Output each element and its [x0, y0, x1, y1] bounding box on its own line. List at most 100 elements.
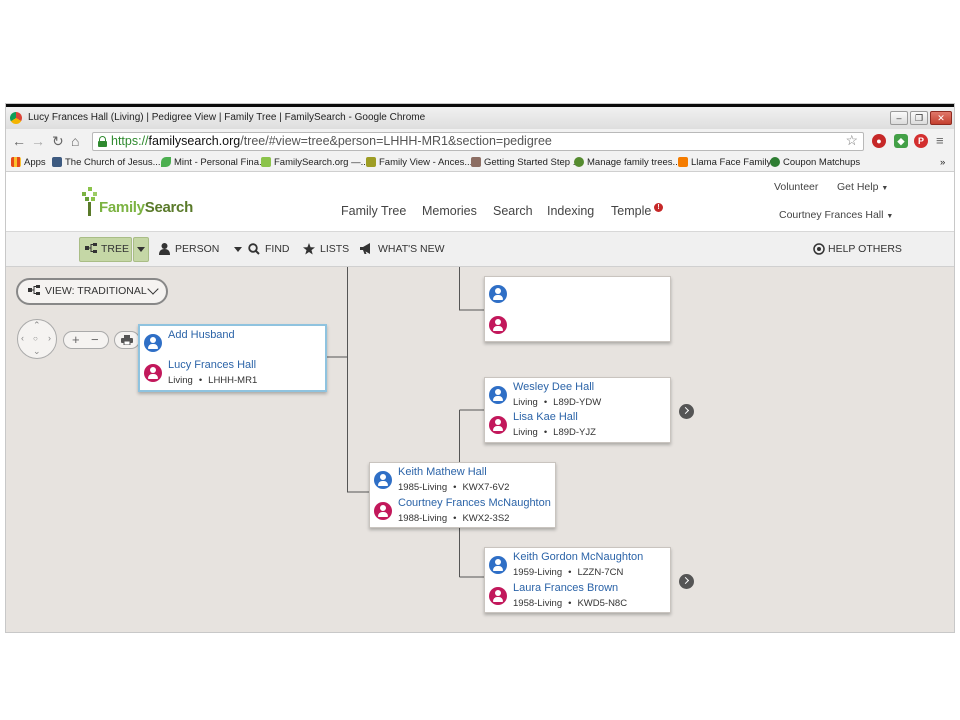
- title-bar: Lucy Frances Hall (Living) | Pedigree Vi…: [6, 107, 954, 129]
- tree-button[interactable]: TREE: [79, 237, 132, 262]
- maternal-grandparents-card[interactable]: Keith Gordon McNaughton 1959-Living • LZZN…: [484, 547, 671, 613]
- close-button[interactable]: ✕: [930, 111, 952, 125]
- bookmark-apps[interactable]: Apps: [11, 157, 46, 169]
- find-button[interactable]: FIND: [248, 241, 290, 257]
- bookmarks-overflow-icon[interactable]: »: [940, 157, 945, 169]
- get-help-caret-icon: ▼: [881, 185, 889, 192]
- person-name[interactable]: Add Husband: [168, 329, 235, 341]
- back-arrow-icon[interactable]: ←: [12, 133, 26, 149]
- person-keith-mathew-hall[interactable]: Keith Mathew Hall 1985-Living • KWX7-6V2: [370, 464, 555, 496]
- person-lucy-frances-hall[interactable]: Lucy Frances Hall Living • LHHH-MR1: [140, 357, 325, 389]
- bookmark-familysearch[interactable]: FamilySearch.org —...: [261, 157, 369, 169]
- person-add-father[interactable]: [485, 278, 670, 310]
- reload-icon[interactable]: ↻: [52, 133, 64, 149]
- view-traditional-dropdown[interactable]: VIEW: TRADITIONAL: [16, 278, 168, 305]
- familysearch-tree-icon: [261, 157, 271, 167]
- female-avatar-icon: [374, 502, 392, 520]
- bookmark-coupon[interactable]: Coupon Matchups: [770, 157, 860, 169]
- view-tree-icon: [28, 285, 40, 295]
- address-bar[interactable]: https://familysearch.org/tree/#view=tree…: [92, 132, 864, 151]
- person-name[interactable]: Wesley Dee Hall: [513, 381, 594, 393]
- bookmark-manage-trees[interactable]: Manage family trees...: [574, 157, 680, 169]
- expand-paternal-arrow-icon[interactable]: [679, 404, 694, 419]
- person-info: Living • L89D-YDW: [513, 397, 602, 408]
- person-add-mother[interactable]: [485, 309, 670, 341]
- menu-icon[interactable]: ≡: [936, 133, 944, 149]
- pan-control[interactable]: ⌃ ⌄ ‹ › ○: [17, 319, 57, 359]
- pan-center-icon[interactable]: ○: [33, 334, 38, 343]
- printer-icon: [121, 335, 133, 345]
- person-info: Living • L89D-YJZ: [513, 427, 596, 438]
- megaphone-icon: [360, 243, 370, 255]
- person-lisa-kae-hall[interactable]: Lisa Kae Hall Living • L89D-YJZ: [485, 409, 670, 441]
- view-chevron-down-icon: [147, 283, 159, 295]
- bookmark-getting-started[interactable]: Getting Started Step ...: [471, 157, 581, 169]
- person-name[interactable]: Keith Gordon McNaughton: [513, 551, 643, 563]
- star-icon: [303, 243, 315, 255]
- mint-leaf-icon: [161, 157, 171, 167]
- tree-dropdown-button[interactable]: [133, 237, 149, 262]
- person-name[interactable]: Courtney Frances McNaughton: [398, 497, 551, 509]
- nav-memories[interactable]: Memories: [422, 204, 477, 218]
- volunteer-link[interactable]: Volunteer: [774, 181, 818, 193]
- pan-right-icon[interactable]: ›: [48, 334, 51, 343]
- person-keith-gordon-mcnaughton[interactable]: Keith Gordon McNaughton 1959-Living • LZZN…: [485, 549, 670, 581]
- female-avatar-icon: [489, 416, 507, 434]
- pan-up-icon[interactable]: ⌃: [33, 321, 41, 330]
- pinterest-icon[interactable]: P: [914, 134, 928, 148]
- female-avatar-icon: [489, 587, 507, 605]
- whats-new-button[interactable]: WHAT'S NEW: [360, 241, 445, 257]
- home-icon[interactable]: ⌂: [71, 133, 79, 149]
- male-avatar-icon: [144, 334, 162, 352]
- bookmark-mint[interactable]: Mint - Personal Fina...: [161, 157, 267, 169]
- minimize-button[interactable]: –: [890, 111, 908, 125]
- forward-arrow-icon[interactable]: →: [31, 133, 45, 149]
- tree-toolbar: TREE PERSON FIND LISTS WHAT'S NEW HELP O…: [6, 232, 954, 267]
- site-header: FamilySearch Family Tree Memories Search…: [6, 172, 954, 232]
- bookmark-llama-face[interactable]: Llama Face Family: [678, 157, 771, 169]
- nav-family-tree[interactable]: Family Tree: [341, 204, 406, 218]
- magnifier-icon: [248, 243, 260, 255]
- paternal-grandparents-card[interactable]: Wesley Dee Hall Living • L89D-YDW Lisa Kae…: [484, 377, 671, 443]
- bookmark-star-icon[interactable]: ☆: [845, 132, 858, 149]
- extension-green-icon[interactable]: ◆: [894, 134, 908, 148]
- nav-search[interactable]: Search: [493, 204, 533, 218]
- empty-parents-card[interactable]: [484, 276, 671, 342]
- window-title: Lucy Frances Hall (Living) | Pedigree Vi…: [28, 112, 426, 123]
- pan-down-icon[interactable]: ⌄: [33, 347, 41, 356]
- person-laura-frances-brown[interactable]: Laura Frances Brown 1958-Living • KWD5-N8C: [485, 580, 670, 612]
- lists-button[interactable]: LISTS: [303, 241, 349, 257]
- person-name[interactable]: Lisa Kae Hall: [513, 411, 578, 423]
- user-menu[interactable]: Courtney Frances Hall ▼: [779, 209, 893, 221]
- person-name[interactable]: Lucy Frances Hall: [168, 359, 256, 371]
- pedigree-canvas[interactable]: VIEW: TRADITIONAL ⌃ ⌄ ‹ › ○ + − Add Husb…: [6, 267, 954, 632]
- blogger-icon: [678, 157, 688, 167]
- person-menu[interactable]: PERSON: [159, 241, 243, 257]
- person-add-husband[interactable]: Add Husband: [140, 327, 325, 359]
- nav-temple[interactable]: Temple: [611, 204, 651, 218]
- bookmark-family-view[interactable]: Family View - Ances...: [366, 157, 472, 169]
- zoom-out-icon[interactable]: −: [91, 333, 99, 347]
- person-wesley-dee-hall[interactable]: Wesley Dee Hall Living • L89D-YDW: [485, 379, 670, 411]
- expand-maternal-arrow-icon[interactable]: [679, 574, 694, 589]
- root-couple-card[interactable]: Add Husband Lucy Frances Hall Living • LHH…: [138, 324, 327, 392]
- person-name[interactable]: Laura Frances Brown: [513, 582, 618, 594]
- browser-navbar: ← → ↻ ⌂ https://familysearch.org/tree/#v…: [6, 129, 954, 154]
- print-button[interactable]: [114, 331, 140, 349]
- maximize-button[interactable]: ❐: [910, 111, 928, 125]
- familysearch-logo[interactable]: FamilySearch: [79, 185, 199, 219]
- help-others-button[interactable]: HELP OTHERS: [813, 241, 902, 257]
- female-avatar-icon: [489, 316, 507, 334]
- chrome-favicon-icon: [10, 112, 22, 124]
- bookmark-church[interactable]: The Church of Jesus...: [52, 157, 161, 169]
- person-courtney-frances-mcnaughton[interactable]: Courtney Frances McNaughton 1988-Living •…: [370, 495, 555, 527]
- person-name[interactable]: Keith Mathew Hall: [398, 466, 487, 478]
- pan-left-icon[interactable]: ‹: [21, 334, 24, 343]
- person-icon: [159, 243, 170, 256]
- nav-indexing[interactable]: Indexing: [547, 204, 594, 218]
- get-help-menu[interactable]: Get Help ▼: [837, 181, 888, 193]
- family-tree-logo-icon: [82, 187, 97, 216]
- zoom-in-icon[interactable]: +: [72, 333, 80, 347]
- parents-card[interactable]: Keith Mathew Hall 1985-Living • KWX7-6V2 C…: [369, 462, 556, 528]
- extension-red-icon[interactable]: ●: [872, 134, 886, 148]
